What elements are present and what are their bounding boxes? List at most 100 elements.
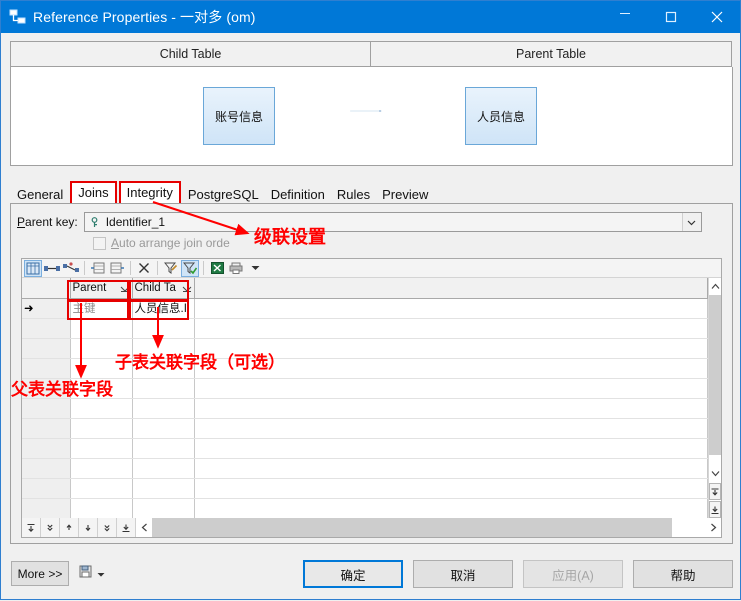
cell-child[interactable] bbox=[132, 458, 195, 479]
table-row[interactable] bbox=[22, 438, 708, 459]
tab-postgresql[interactable]: PostgreSQL bbox=[182, 185, 265, 205]
table-row[interactable] bbox=[22, 458, 708, 479]
close-icon[interactable] bbox=[694, 1, 740, 33]
row-marker bbox=[22, 398, 71, 419]
title-bar: Reference Properties - 一对多 (om) bbox=[1, 1, 740, 33]
parent-table-header: Parent Table bbox=[370, 41, 732, 67]
tab-preview[interactable]: Preview bbox=[376, 185, 434, 205]
auto-link-icon[interactable] bbox=[62, 260, 80, 277]
parent-key-label: Parent key: bbox=[17, 215, 78, 229]
cell-child[interactable] bbox=[132, 378, 195, 399]
delete-row-icon[interactable] bbox=[108, 260, 126, 277]
table-row[interactable] bbox=[22, 398, 708, 419]
tab-bar: General Joins Integrity PostgreSQL Defin… bbox=[11, 181, 434, 205]
vscroll-thumb[interactable] bbox=[709, 295, 721, 455]
cell-filler bbox=[194, 398, 708, 419]
cell-parent[interactable] bbox=[70, 498, 133, 518]
cell-child[interactable] bbox=[132, 438, 195, 459]
vscroll-track[interactable] bbox=[709, 295, 721, 465]
cell-child[interactable] bbox=[132, 318, 195, 339]
child-entity-box[interactable]: 账号信息 bbox=[203, 87, 275, 145]
cell-parent[interactable] bbox=[70, 458, 133, 479]
parent-entity-box[interactable]: 人员信息 bbox=[465, 87, 537, 145]
link-icon[interactable] bbox=[43, 260, 61, 277]
hscroll-thumb[interactable] bbox=[152, 518, 672, 537]
highlight-child-column bbox=[129, 280, 189, 301]
table-row[interactable] bbox=[22, 418, 708, 439]
table-row[interactable] bbox=[22, 318, 708, 339]
maximize-icon[interactable] bbox=[648, 1, 694, 33]
filter-apply-icon[interactable] bbox=[181, 259, 199, 277]
minimize-icon[interactable] bbox=[602, 0, 648, 37]
tab-rules[interactable]: Rules bbox=[331, 185, 376, 205]
tab-definition[interactable]: Definition bbox=[265, 185, 331, 205]
auto-arrange-label: Auto arrange join orde bbox=[111, 236, 230, 250]
remove-icon[interactable] bbox=[135, 260, 153, 277]
scroll-up-icon[interactable] bbox=[709, 278, 721, 295]
dropdown-icon[interactable] bbox=[97, 567, 105, 581]
help-button[interactable]: 帮助 bbox=[633, 560, 733, 588]
row-marker bbox=[22, 318, 71, 339]
cell-child[interactable] bbox=[132, 398, 195, 419]
diagram-headers: Child Table Parent Table bbox=[10, 41, 733, 67]
scroll-right-icon[interactable] bbox=[705, 518, 721, 537]
annotation-cascade: 级联设置 bbox=[254, 227, 326, 248]
cell-child[interactable] bbox=[132, 478, 195, 499]
parent-key-row: Parent key: Identifier_1 bbox=[17, 212, 702, 232]
next-page-icon[interactable] bbox=[98, 518, 117, 537]
table-row[interactable] bbox=[22, 378, 708, 399]
scroll-left-icon[interactable] bbox=[136, 518, 152, 537]
highlight-child-cell bbox=[129, 300, 189, 320]
annotation-child-field: 子表关联字段（可选） bbox=[115, 353, 285, 373]
annotation-parent-field: 父表关联字段 bbox=[11, 380, 113, 400]
top-row-icon[interactable] bbox=[709, 483, 721, 500]
cancel-button[interactable]: 取消 bbox=[413, 560, 513, 588]
tab-general[interactable]: General bbox=[11, 185, 69, 205]
prev-icon[interactable] bbox=[60, 518, 79, 537]
table-row[interactable] bbox=[22, 478, 708, 499]
table-row[interactable] bbox=[22, 498, 708, 518]
excel-export-icon[interactable] bbox=[208, 260, 226, 277]
print-icon[interactable] bbox=[227, 260, 245, 277]
joins-panel: Parent key: Identifier_1 Auto arrange jo… bbox=[10, 203, 733, 544]
cell-filler bbox=[194, 418, 708, 439]
dropdown-icon[interactable] bbox=[246, 260, 264, 277]
columns-icon[interactable] bbox=[24, 259, 42, 277]
bottom-row-icon[interactable] bbox=[709, 501, 721, 518]
ok-button[interactable]: 确定 bbox=[303, 560, 403, 588]
row-marker bbox=[22, 498, 71, 518]
cell-parent[interactable] bbox=[70, 438, 133, 459]
tab-joins[interactable]: Joins bbox=[70, 181, 117, 205]
insert-row-icon[interactable] bbox=[89, 260, 107, 277]
first-icon[interactable] bbox=[22, 518, 41, 537]
toolbar-separator bbox=[130, 261, 131, 275]
cell-child[interactable] bbox=[132, 498, 195, 518]
next-icon[interactable] bbox=[79, 518, 98, 537]
horizontal-scrollbar[interactable] bbox=[136, 518, 721, 537]
cell-child[interactable] bbox=[132, 418, 195, 439]
filter-icon[interactable] bbox=[162, 260, 180, 277]
auto-arrange-checkbox[interactable] bbox=[93, 236, 106, 250]
vertical-scrollbar[interactable] bbox=[708, 278, 721, 518]
auto-arrange-row[interactable]: Auto arrange join orde bbox=[93, 236, 230, 250]
chevron-down-icon[interactable] bbox=[681, 213, 701, 231]
save-as-icon[interactable] bbox=[79, 565, 93, 582]
cell-parent[interactable] bbox=[70, 398, 133, 419]
more-button[interactable]: More >> bbox=[11, 561, 69, 586]
last-icon[interactable] bbox=[117, 518, 136, 537]
cell-parent[interactable] bbox=[70, 478, 133, 499]
reference-properties-window: Reference Properties - 一对多 (om) Child Ta… bbox=[0, 0, 741, 600]
parent-key-combo[interactable]: Identifier_1 bbox=[83, 212, 702, 232]
cell-filler bbox=[194, 478, 708, 499]
footer-tool-group[interactable] bbox=[79, 565, 105, 582]
tab-integrity[interactable]: Integrity bbox=[118, 181, 181, 205]
reference-icon bbox=[7, 6, 29, 28]
hscroll-track[interactable] bbox=[152, 518, 705, 537]
scroll-down-icon[interactable] bbox=[709, 465, 721, 482]
cell-parent[interactable] bbox=[70, 318, 133, 339]
dialog-footer: More >> 确定 取消 应用(A) 帮助 bbox=[1, 553, 740, 601]
row-marker bbox=[22, 458, 71, 479]
key-icon bbox=[87, 216, 103, 228]
prev-page-icon[interactable] bbox=[41, 518, 60, 537]
cell-parent[interactable] bbox=[70, 418, 133, 439]
